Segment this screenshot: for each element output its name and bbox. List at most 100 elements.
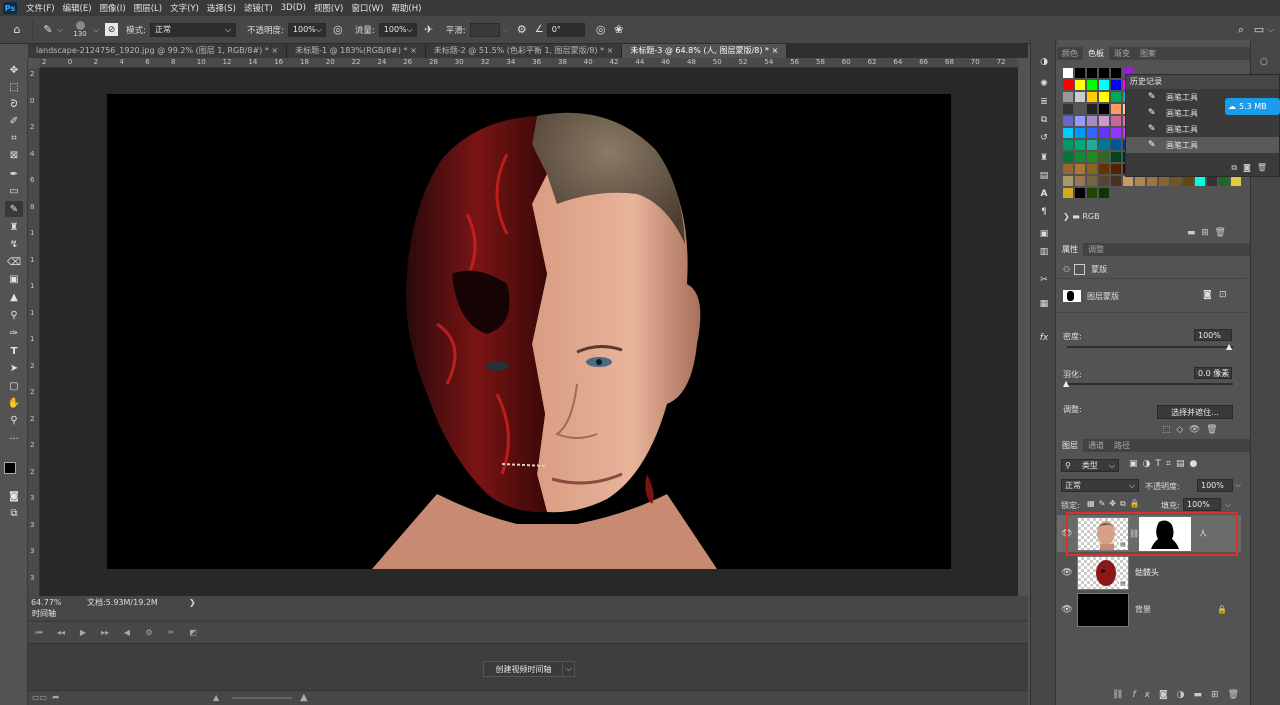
move-tool-icon[interactable]: ✥ bbox=[5, 62, 23, 78]
filter-type-icon[interactable]: T bbox=[1155, 459, 1166, 469]
timeline-zoom-slider[interactable] bbox=[232, 697, 292, 699]
density-slider[interactable] bbox=[1067, 346, 1233, 348]
menu-file[interactable]: 文件(F) bbox=[22, 2, 59, 14]
fill-input[interactable]: 100% bbox=[1183, 498, 1221, 511]
upload-badge[interactable]: ☁ 5.3 MB bbox=[1225, 98, 1280, 115]
quick-mask-icon[interactable]: ◙ bbox=[5, 488, 23, 504]
color-swatch[interactable] bbox=[1087, 80, 1097, 90]
lock-position-icon[interactable]: ✥ bbox=[1109, 499, 1120, 508]
gradient-tool-icon[interactable]: ▣ bbox=[5, 271, 23, 287]
color-swatch[interactable] bbox=[1099, 104, 1109, 114]
layer-row-skull[interactable]: 👁 ▤ 骷髅头 bbox=[1057, 554, 1241, 591]
menu-help[interactable]: 帮助(H) bbox=[387, 2, 425, 14]
pixel-mask-icon[interactable]: ⚇ bbox=[1063, 265, 1070, 274]
quick-select-tool-icon[interactable]: ✐ bbox=[5, 113, 23, 129]
color-swatch[interactable] bbox=[1111, 164, 1121, 174]
color-swatch[interactable] bbox=[1111, 116, 1121, 126]
tab-untitled-1[interactable]: 未标题-1 @ 183%(RGB/8#) * × bbox=[287, 44, 426, 58]
dodge-tool-icon[interactable]: ⚲ bbox=[5, 307, 23, 323]
opacity-input[interactable]: 100% ⌵ bbox=[287, 22, 326, 37]
group-layers-icon[interactable]: ▬ bbox=[1194, 690, 1212, 700]
layer-comp-icon[interactable]: ⧉ bbox=[1035, 112, 1053, 128]
filter-adjust-icon[interactable]: ◑ bbox=[1143, 459, 1156, 469]
brush-tool-icon[interactable]: ✎ bbox=[5, 201, 23, 217]
tab-properties[interactable]: 属性 bbox=[1057, 243, 1083, 256]
color-swatch[interactable] bbox=[1123, 176, 1133, 186]
color-swatch[interactable] bbox=[1063, 68, 1073, 78]
color-swatch[interactable] bbox=[1087, 104, 1097, 114]
first-frame-icon[interactable]: ⏮ bbox=[28, 628, 50, 638]
history-item-selected[interactable]: ✎ 画笔工具 bbox=[1126, 137, 1279, 153]
color-swatch[interactable] bbox=[1075, 92, 1085, 102]
select-and-mask-button[interactable]: 选择并遮住... bbox=[1157, 405, 1233, 419]
color-swatch[interactable] bbox=[1111, 176, 1121, 186]
clone-source-icon[interactable]: ♜ bbox=[1035, 150, 1053, 166]
paragraph-panel-icon[interactable]: ¶ bbox=[1035, 204, 1053, 220]
filter-pixel-icon[interactable]: ▣ bbox=[1129, 459, 1143, 469]
color-swatch[interactable] bbox=[1147, 176, 1157, 186]
add-mask-icon[interactable]: ◙ bbox=[1159, 690, 1177, 700]
menu-type[interactable]: 文字(Y) bbox=[166, 2, 203, 14]
color-swatch[interactable] bbox=[1075, 116, 1085, 126]
color-swatch[interactable] bbox=[1159, 176, 1169, 186]
tab-swatches[interactable]: 色板 bbox=[1083, 47, 1109, 60]
color-swatch[interactable] bbox=[1075, 140, 1085, 150]
tab-untitled-3[interactable]: 未标题-3 @ 64.8% (人, 图层蒙版/8) * × bbox=[622, 44, 788, 58]
frame-mode-icon[interactable]: ▭▭ bbox=[32, 693, 47, 702]
color-swatch[interactable] bbox=[1099, 128, 1109, 138]
new-swatch-icon[interactable]: ⊞ bbox=[1201, 228, 1209, 238]
delete-state-icon[interactable]: 🗑 bbox=[1257, 163, 1273, 172]
eyedropper-tool-icon[interactable]: ✒ bbox=[5, 166, 23, 182]
blend-mode-select[interactable]: 正常 ⌵ bbox=[1061, 479, 1139, 492]
add-vector-mask-icon[interactable]: ⊡ bbox=[1219, 290, 1227, 300]
timeline-settings-icon[interactable]: ⚙ bbox=[138, 628, 160, 637]
tab-close-icon[interactable]: × bbox=[772, 46, 779, 55]
levels-panel-icon[interactable]: ≣ bbox=[1035, 94, 1053, 110]
link-layers-icon[interactable]: ⛓ bbox=[1112, 690, 1132, 700]
layer-name[interactable]: 骷髅头 bbox=[1135, 567, 1159, 578]
color-swatch[interactable] bbox=[1087, 188, 1097, 198]
apply-mask-icon[interactable]: ◇ bbox=[1176, 425, 1183, 435]
flow-input[interactable]: 100% ⌵ bbox=[378, 22, 417, 37]
color-swatch[interactable] bbox=[1087, 152, 1097, 162]
workspace-icon[interactable]: ▭ bbox=[1250, 21, 1268, 39]
menu-3d[interactable]: 3D(D) bbox=[277, 3, 310, 13]
document-canvas[interactable] bbox=[107, 94, 951, 569]
pressure-opacity-icon[interactable]: ◎ bbox=[329, 21, 347, 39]
load-selection-icon[interactable]: ⬚ bbox=[1162, 425, 1171, 435]
fill-dropdown-icon[interactable]: ⌵ bbox=[1225, 500, 1231, 510]
eraser-tool-icon[interactable]: ⌫ bbox=[5, 254, 23, 270]
feather-slider[interactable] bbox=[1067, 383, 1233, 385]
color-swatch[interactable] bbox=[1087, 140, 1097, 150]
lasso-tool-icon[interactable]: ᘐ bbox=[5, 96, 23, 112]
visibility-eye-icon[interactable]: 👁 bbox=[1057, 568, 1077, 578]
color-swatch[interactable] bbox=[1087, 116, 1097, 126]
layer-opacity-dropdown-icon[interactable]: ⌵ bbox=[1235, 480, 1241, 490]
menu-image[interactable]: 图像(I) bbox=[96, 2, 130, 14]
mask-visibility-icon[interactable]: 👁 bbox=[1189, 425, 1200, 435]
foreground-color-swatch[interactable] bbox=[4, 462, 16, 474]
split-icon[interactable]: ✂ bbox=[160, 628, 182, 637]
hand-tool-icon[interactable]: ✋ bbox=[5, 395, 23, 411]
angle-input[interactable]: 0° bbox=[546, 22, 585, 37]
density-input[interactable]: 100% bbox=[1194, 329, 1232, 341]
visibility-eye-icon[interactable]: 👁 bbox=[1057, 605, 1077, 615]
new-group-icon[interactable]: ▬ bbox=[1187, 228, 1196, 238]
delete-mask-icon[interactable]: 🗑 bbox=[1206, 425, 1217, 435]
color-swatch[interactable] bbox=[1111, 80, 1121, 90]
home-icon[interactable]: ⌂ bbox=[8, 21, 26, 39]
color-swatch[interactable] bbox=[1207, 176, 1217, 186]
color-swatch[interactable] bbox=[1063, 152, 1073, 162]
tab-close-icon[interactable]: × bbox=[271, 46, 278, 55]
color-swatch[interactable] bbox=[1099, 176, 1109, 186]
color-swatch[interactable] bbox=[1219, 176, 1229, 186]
tab-adjustments[interactable]: 调整 bbox=[1083, 244, 1109, 255]
blur-tool-icon[interactable]: ▲ bbox=[5, 289, 23, 305]
color-swatch[interactable] bbox=[1111, 152, 1121, 162]
layer-style-icon[interactable]: fx bbox=[1132, 690, 1159, 700]
color-swatch[interactable] bbox=[1111, 140, 1121, 150]
color-swatch[interactable] bbox=[1063, 116, 1073, 126]
zoom-out-timeline-icon[interactable]: ▲ bbox=[213, 693, 219, 702]
brush-size-picker[interactable]: 130 bbox=[69, 18, 91, 42]
history-panel-icon[interactable]: ↺ bbox=[1035, 130, 1053, 146]
